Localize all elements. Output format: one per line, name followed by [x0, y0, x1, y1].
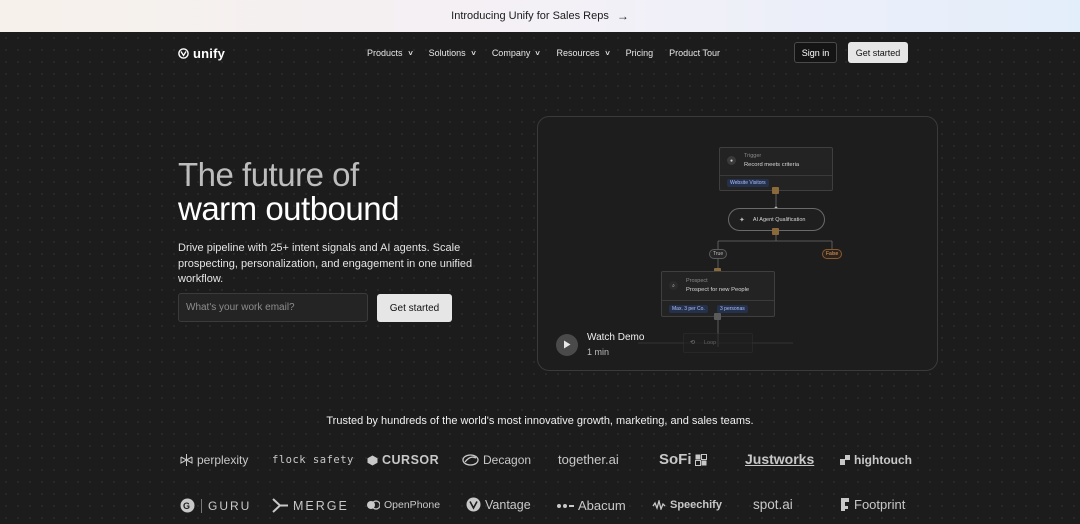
- hightouch-mark-icon: [840, 455, 850, 465]
- trigger-chip: Website Visitors: [727, 179, 769, 187]
- speechify-mark-icon: [652, 500, 666, 510]
- node-connector-icon: [772, 228, 779, 235]
- banner-text: Introducing Unify for: [451, 10, 550, 22]
- unify-logo-icon: [178, 48, 189, 59]
- chevron-down-icon: ∨: [603, 50, 611, 57]
- perplexity-mark-icon: [180, 453, 193, 467]
- chevron-down-icon: ∨: [469, 50, 477, 57]
- flock-safety-logo: flock safety: [272, 454, 354, 466]
- sign-in-button[interactable]: Sign in: [794, 42, 837, 63]
- chevron-down-icon: ∨: [534, 50, 542, 57]
- footprint-mark-icon: [840, 497, 850, 512]
- prospect-label: Prospect: [686, 278, 708, 284]
- hero-title: The future of warm outbound: [178, 158, 399, 226]
- nav-item-pricing[interactable]: Pricing: [626, 46, 654, 60]
- hightouch-logo: hightouch: [840, 453, 912, 467]
- guru-mark-icon: G: [180, 498, 195, 513]
- together-ai-logo: together.ai: [558, 452, 619, 467]
- brand-logo[interactable]: unify: [178, 46, 225, 61]
- guru-logo: G GURU: [180, 498, 251, 513]
- chevron-down-icon: ∨: [406, 50, 414, 57]
- merge-logo: MERGE: [272, 497, 349, 514]
- agent-label: AI Agent Qualification: [752, 216, 806, 223]
- trigger-value: Record meets criteria: [744, 162, 800, 168]
- vantage-logo: Vantage: [466, 497, 531, 512]
- nav-item-company[interactable]: Company ∨: [492, 46, 541, 60]
- sofi-mark-icon: [694, 453, 707, 466]
- nav-label: Company: [491, 48, 531, 58]
- nav-label: Resources: [556, 48, 600, 58]
- watch-demo-title: Watch Demo: [587, 332, 645, 343]
- loop-icon: ⟲: [690, 340, 696, 346]
- vantage-mark-icon: [466, 497, 481, 512]
- watch-demo-duration: 1 min: [587, 347, 610, 357]
- loop-card[interactable]: ⟲ Loop: [683, 333, 753, 353]
- svg-text:G: G: [183, 501, 192, 511]
- nav-label: Pricing: [625, 48, 654, 58]
- openphone-mark-icon: [367, 500, 380, 510]
- decagon-logo: Decagon: [462, 453, 531, 467]
- abacum-logo: Abacum: [556, 498, 626, 513]
- nav-get-started-button[interactable]: Get started: [848, 42, 908, 63]
- nav-item-resources[interactable]: Resources ∨: [556, 46, 611, 60]
- justworks-logo: Justworks: [745, 451, 815, 467]
- play-button[interactable]: [556, 333, 578, 356]
- openphone-logo: OpenPhone: [367, 499, 440, 511]
- watch-demo[interactable]: Watch Demo 1 min: [556, 332, 644, 357]
- nav-label: Solutions: [428, 48, 466, 58]
- loop-label: Loop: [704, 340, 717, 346]
- speechify-logo: Speechify: [652, 499, 722, 511]
- false-branch-label: False: [822, 249, 843, 259]
- banner-text-emphasis: Sales Reps: [552, 10, 609, 22]
- demo-panel[interactable]: ● Trigger Record meets criteria Website …: [537, 116, 938, 371]
- main-nav: Products ∨ Solutions ∨ Company ∨ Resourc…: [367, 46, 736, 60]
- hero-title-line1: The future of: [178, 156, 359, 193]
- perplexity-logo: perplexity: [180, 453, 248, 467]
- footprint-logo: Footprint: [840, 497, 905, 512]
- decagon-mark-icon: [462, 454, 479, 466]
- nav-item-products[interactable]: Products ∨: [367, 46, 413, 60]
- node-connector-icon: [714, 313, 721, 320]
- hero-title-line2: warm outbound: [178, 190, 399, 227]
- email-input[interactable]: [178, 293, 368, 322]
- nav-label: Product Tour: [669, 48, 721, 58]
- nav-item-product-tour[interactable]: Product Tour: [669, 46, 720, 60]
- play-icon: [564, 340, 571, 349]
- trigger-icon: ●: [727, 156, 736, 165]
- hero-get-started-button[interactable]: Get started: [377, 294, 452, 322]
- prospect-value: Prospect for new People: [686, 287, 750, 293]
- node-connector-icon: [772, 187, 779, 194]
- trusted-by-text: Trusted by hundreds of the world's most …: [326, 415, 754, 427]
- brand-name: unify: [193, 46, 226, 61]
- sparkle-icon: ✦: [739, 216, 745, 224]
- trigger-card[interactable]: ● Trigger Record meets criteria Website …: [719, 147, 833, 191]
- prospect-card[interactable]: ⌕ Prospect Prospect for new People Max. …: [661, 271, 775, 317]
- personas-chip: 3 personas: [717, 305, 748, 313]
- true-branch-label: True: [709, 249, 728, 259]
- search-icon: ⌕: [669, 281, 678, 290]
- trigger-label: Trigger: [744, 153, 762, 159]
- arrow-right-icon: →: [616, 9, 629, 23]
- sofi-logo: SoFi: [659, 451, 711, 468]
- abacum-mark-icon: [556, 503, 574, 509]
- cursor-mark-icon: [367, 455, 378, 466]
- announcement-banner[interactable]: Introducing Unify for Sales Reps →: [0, 0, 1080, 32]
- cursor-logo: CURSOR: [367, 453, 439, 467]
- max-per-company-chip: Max. 3 per Co.: [669, 305, 708, 313]
- nav-item-solutions[interactable]: Solutions ∨: [428, 46, 477, 60]
- hero-description: Drive pipeline with 25+ intent signals a…: [178, 242, 473, 285]
- nav-label: Products: [367, 48, 403, 58]
- spot-ai-logo: spot.ai: [753, 497, 793, 512]
- merge-mark-icon: [272, 497, 289, 514]
